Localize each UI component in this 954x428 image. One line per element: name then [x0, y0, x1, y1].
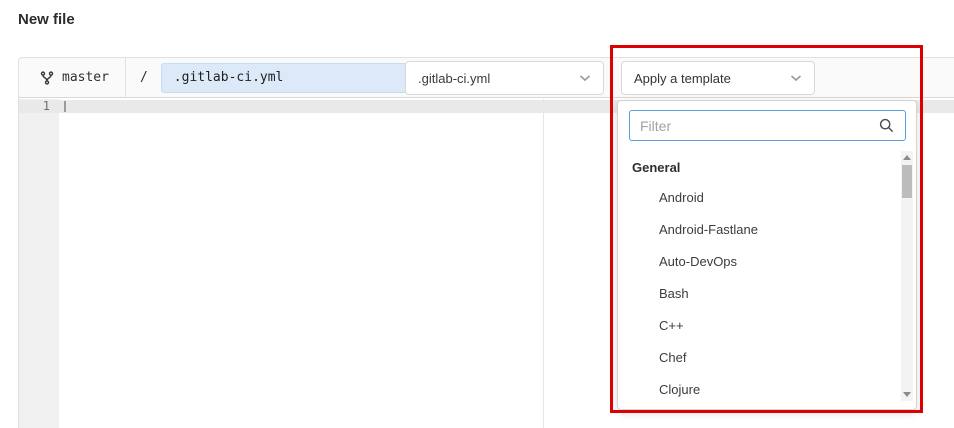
template-filter-input[interactable] [629, 110, 906, 141]
template-item[interactable]: C++ [659, 310, 896, 342]
scroll-up-arrow-icon[interactable] [903, 155, 911, 160]
template-item[interactable]: Android [659, 182, 896, 214]
git-branch-icon [40, 71, 54, 85]
line-number: 1 [19, 100, 50, 113]
path-separator: / [140, 70, 148, 85]
template-item[interactable]: Auto-DevOps [659, 246, 896, 278]
template-item[interactable]: Clojure [659, 374, 896, 406]
template-dropdown-panel: General Android Android-Fastlane Auto-De… [617, 100, 917, 410]
template-item[interactable]: Chef [659, 342, 896, 374]
apply-template-label: Apply a template [634, 71, 731, 86]
chevron-down-icon [579, 74, 591, 82]
template-item[interactable]: Bash [659, 278, 896, 310]
text-cursor [64, 101, 66, 112]
filename-input[interactable] [161, 63, 410, 93]
template-item[interactable]: Android-Fastlane [659, 214, 896, 246]
editor-gutter [19, 99, 59, 428]
scroll-down-arrow-icon[interactable] [903, 392, 911, 397]
file-editor-toolbar: master / .gitlab-ci.yml Apply a template [19, 58, 954, 98]
chevron-down-icon [790, 74, 802, 82]
toolbar-divider [125, 58, 126, 97]
print-margin-ruler [543, 99, 544, 428]
file-type-select-value: .gitlab-ci.yml [418, 71, 490, 86]
scrollbar-thumb[interactable] [902, 165, 912, 198]
file-type-select[interactable]: .gitlab-ci.yml [405, 61, 604, 95]
page-title: New file [18, 11, 75, 28]
branch-name: master [62, 70, 109, 85]
template-group-header: General [632, 160, 680, 175]
template-list: Android Android-Fastlane Auto-DevOps Bas… [659, 182, 896, 406]
apply-template-select[interactable]: Apply a template [621, 61, 815, 95]
dropdown-scrollbar[interactable] [901, 151, 913, 401]
search-icon [879, 118, 894, 133]
